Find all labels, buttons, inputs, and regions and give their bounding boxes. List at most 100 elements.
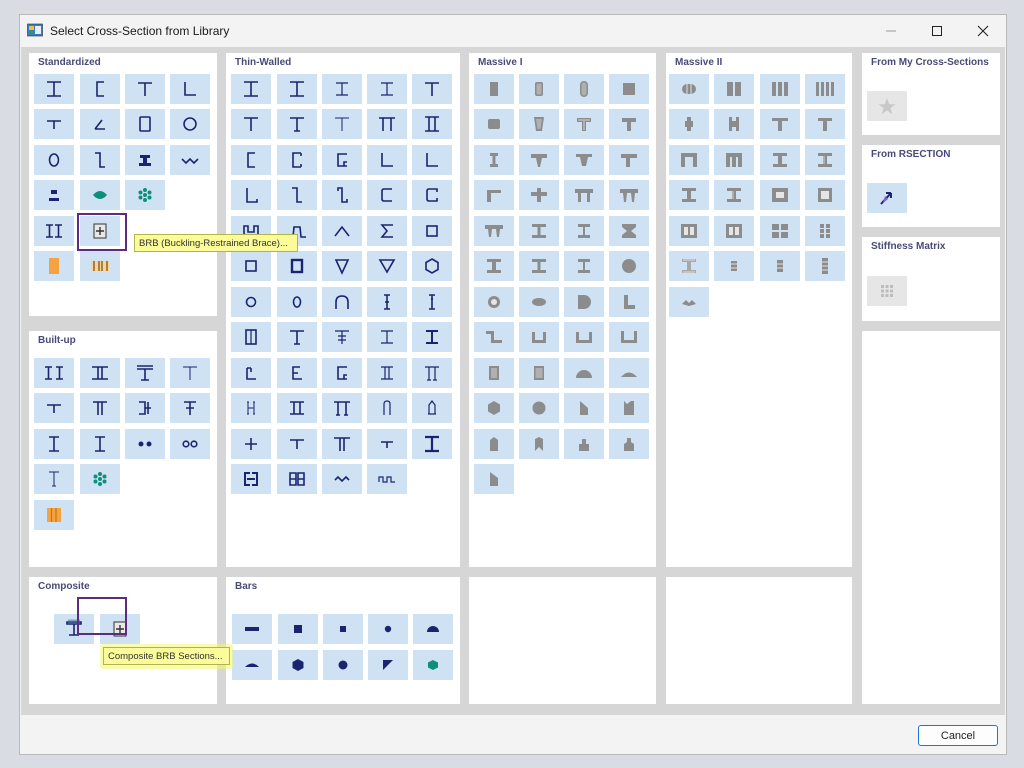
section-button-i-narrow[interactable] (367, 287, 407, 317)
section-button-m2-box-split2[interactable] (714, 216, 754, 246)
section-button-pi-bold[interactable] (322, 393, 362, 423)
section-button-i-tall[interactable] (34, 429, 74, 459)
section-button-rail-small[interactable] (34, 180, 74, 210)
section-button-m-z[interactable] (474, 322, 514, 352)
section-button-channel[interactable] (231, 145, 271, 175)
section-button-m-i-hourglass[interactable] (609, 216, 649, 246)
section-button-box-small[interactable] (231, 251, 271, 281)
section-button-box-small[interactable] (412, 216, 452, 246)
section-button-m2-i2[interactable] (714, 180, 754, 210)
section-button-i-beam[interactable] (34, 74, 74, 104)
section-button-m2-box[interactable] (760, 180, 800, 210)
section-button-i-slim[interactable] (367, 74, 407, 104)
section-button-m-u[interactable] (519, 322, 559, 352)
section-button-t-wide[interactable] (322, 429, 362, 459)
section-button-box-divided[interactable] (231, 322, 271, 352)
section-button-arc[interactable] (322, 216, 362, 246)
section-button-m-notch[interactable] (609, 393, 649, 423)
section-button-t-double[interactable] (80, 393, 120, 423)
section-button-dots-hollow[interactable] (170, 429, 210, 459)
section-button-t-thin[interactable] (322, 109, 362, 139)
section-button-box-thick[interactable] (277, 251, 317, 281)
section-button-m-ring[interactable] (474, 287, 514, 317)
section-button-m2-box2[interactable] (805, 180, 845, 210)
section-button-i-double-web[interactable] (80, 358, 120, 388)
section-button-tube-u[interactable] (367, 393, 407, 423)
section-button-m-t2[interactable] (609, 109, 649, 139)
section-button-m-l[interactable] (474, 180, 514, 210)
section-button-m-u-wide[interactable] (564, 322, 604, 352)
section-button-h-thin[interactable] (231, 393, 271, 423)
section-button-m2-grid6[interactable] (805, 216, 845, 246)
section-button-m2-i-hatched[interactable] (669, 251, 709, 281)
section-button-z-lip[interactable] (322, 180, 362, 210)
section-button-z-section[interactable] (80, 145, 120, 175)
section-button-m2-grid4[interactable] (760, 216, 800, 246)
section-button-t-crossed[interactable] (322, 322, 362, 352)
section-button-t-section[interactable] (231, 109, 271, 139)
section-button-m-t-flange[interactable] (609, 145, 649, 175)
section-button-wave-small[interactable] (322, 464, 362, 494)
section-button-i-beam[interactable] (231, 74, 271, 104)
section-button-arch[interactable] (322, 287, 362, 317)
section-button-m-wedge[interactable] (474, 464, 514, 494)
section-button-i-tall[interactable] (80, 429, 120, 459)
cancel-button[interactable]: Cancel (918, 725, 998, 746)
section-button-t-section[interactable] (412, 74, 452, 104)
section-button-m-ellipse[interactable] (519, 287, 559, 317)
section-button-c-bracket[interactable] (322, 358, 362, 388)
section-button-double-i[interactable] (34, 358, 74, 388)
section-button-t-stacked[interactable] (170, 393, 210, 423)
minimize-button[interactable] (868, 15, 914, 47)
section-button-m2-i[interactable] (669, 180, 709, 210)
section-button-rope[interactable] (125, 180, 165, 210)
section-button-bar-square[interactable] (278, 614, 318, 644)
section-button-t-light[interactable] (34, 464, 74, 494)
section-button-m-w[interactable] (474, 216, 514, 246)
section-button-m2-col-cross[interactable] (669, 109, 709, 139)
section-button-timber-rect[interactable] (34, 251, 74, 281)
section-button-c-notch[interactable] (277, 358, 317, 388)
section-button-oval-small[interactable] (277, 287, 317, 317)
section-button-m-circle[interactable] (609, 251, 649, 281)
section-button-pi[interactable] (367, 109, 407, 139)
section-button-l-lip[interactable] (231, 180, 271, 210)
section-button-tube-a[interactable] (412, 393, 452, 423)
section-button-m-hex[interactable] (474, 393, 514, 423)
section-button-m-u-big[interactable] (609, 322, 649, 352)
section-button-tee-small[interactable] (367, 429, 407, 459)
section-button-circle-hollow[interactable] (170, 109, 210, 139)
section-button-bar-halfcircle[interactable] (413, 614, 453, 644)
section-button-m2-col-double[interactable] (714, 109, 754, 139)
section-button-i-bold[interactable] (412, 322, 452, 352)
section-button-double-b[interactable] (277, 464, 317, 494)
section-button-m-pi2[interactable] (609, 180, 649, 210)
section-button-m-i2[interactable] (564, 216, 604, 246)
section-button-i-slim[interactable] (322, 74, 362, 104)
section-button-pi-thin[interactable] (412, 358, 452, 388)
section-button-ii-outline[interactable] (412, 109, 452, 139)
section-button-m-oval[interactable] (564, 74, 604, 104)
section-button-m-rect-round[interactable] (519, 74, 559, 104)
section-button-i-serif[interactable] (412, 429, 452, 459)
section-button-timber-multi[interactable] (34, 500, 74, 530)
section-button-bar-flatsemi[interactable] (232, 650, 272, 680)
section-button-m2-3rect[interactable] (760, 74, 800, 104)
section-button-m2-fold[interactable] (669, 287, 709, 317)
section-button-double-i-outline[interactable] (34, 216, 74, 246)
section-button-bar-flat[interactable] (232, 614, 272, 644)
section-button-m-pentagon[interactable] (474, 429, 514, 459)
section-button-i-slim[interactable] (367, 322, 407, 352)
section-button-m-bottle[interactable] (564, 429, 604, 459)
section-button-matrix[interactable] (867, 276, 907, 306)
section-button-m2-t-deep[interactable] (760, 109, 800, 139)
section-button-tri-down2[interactable] (367, 251, 407, 281)
section-button-m-quarter[interactable] (564, 393, 604, 423)
section-button-dots-filled[interactable] (125, 429, 165, 459)
section-button-m2-pi-frame2[interactable] (714, 145, 754, 175)
section-button-bar-hex-teal[interactable] (413, 650, 453, 680)
section-button-m2-i[interactable] (760, 145, 800, 175)
section-button-m-i2[interactable] (564, 251, 604, 281)
section-button-m-ibeam-narrow[interactable] (474, 145, 514, 175)
section-button-channel[interactable] (80, 74, 120, 104)
